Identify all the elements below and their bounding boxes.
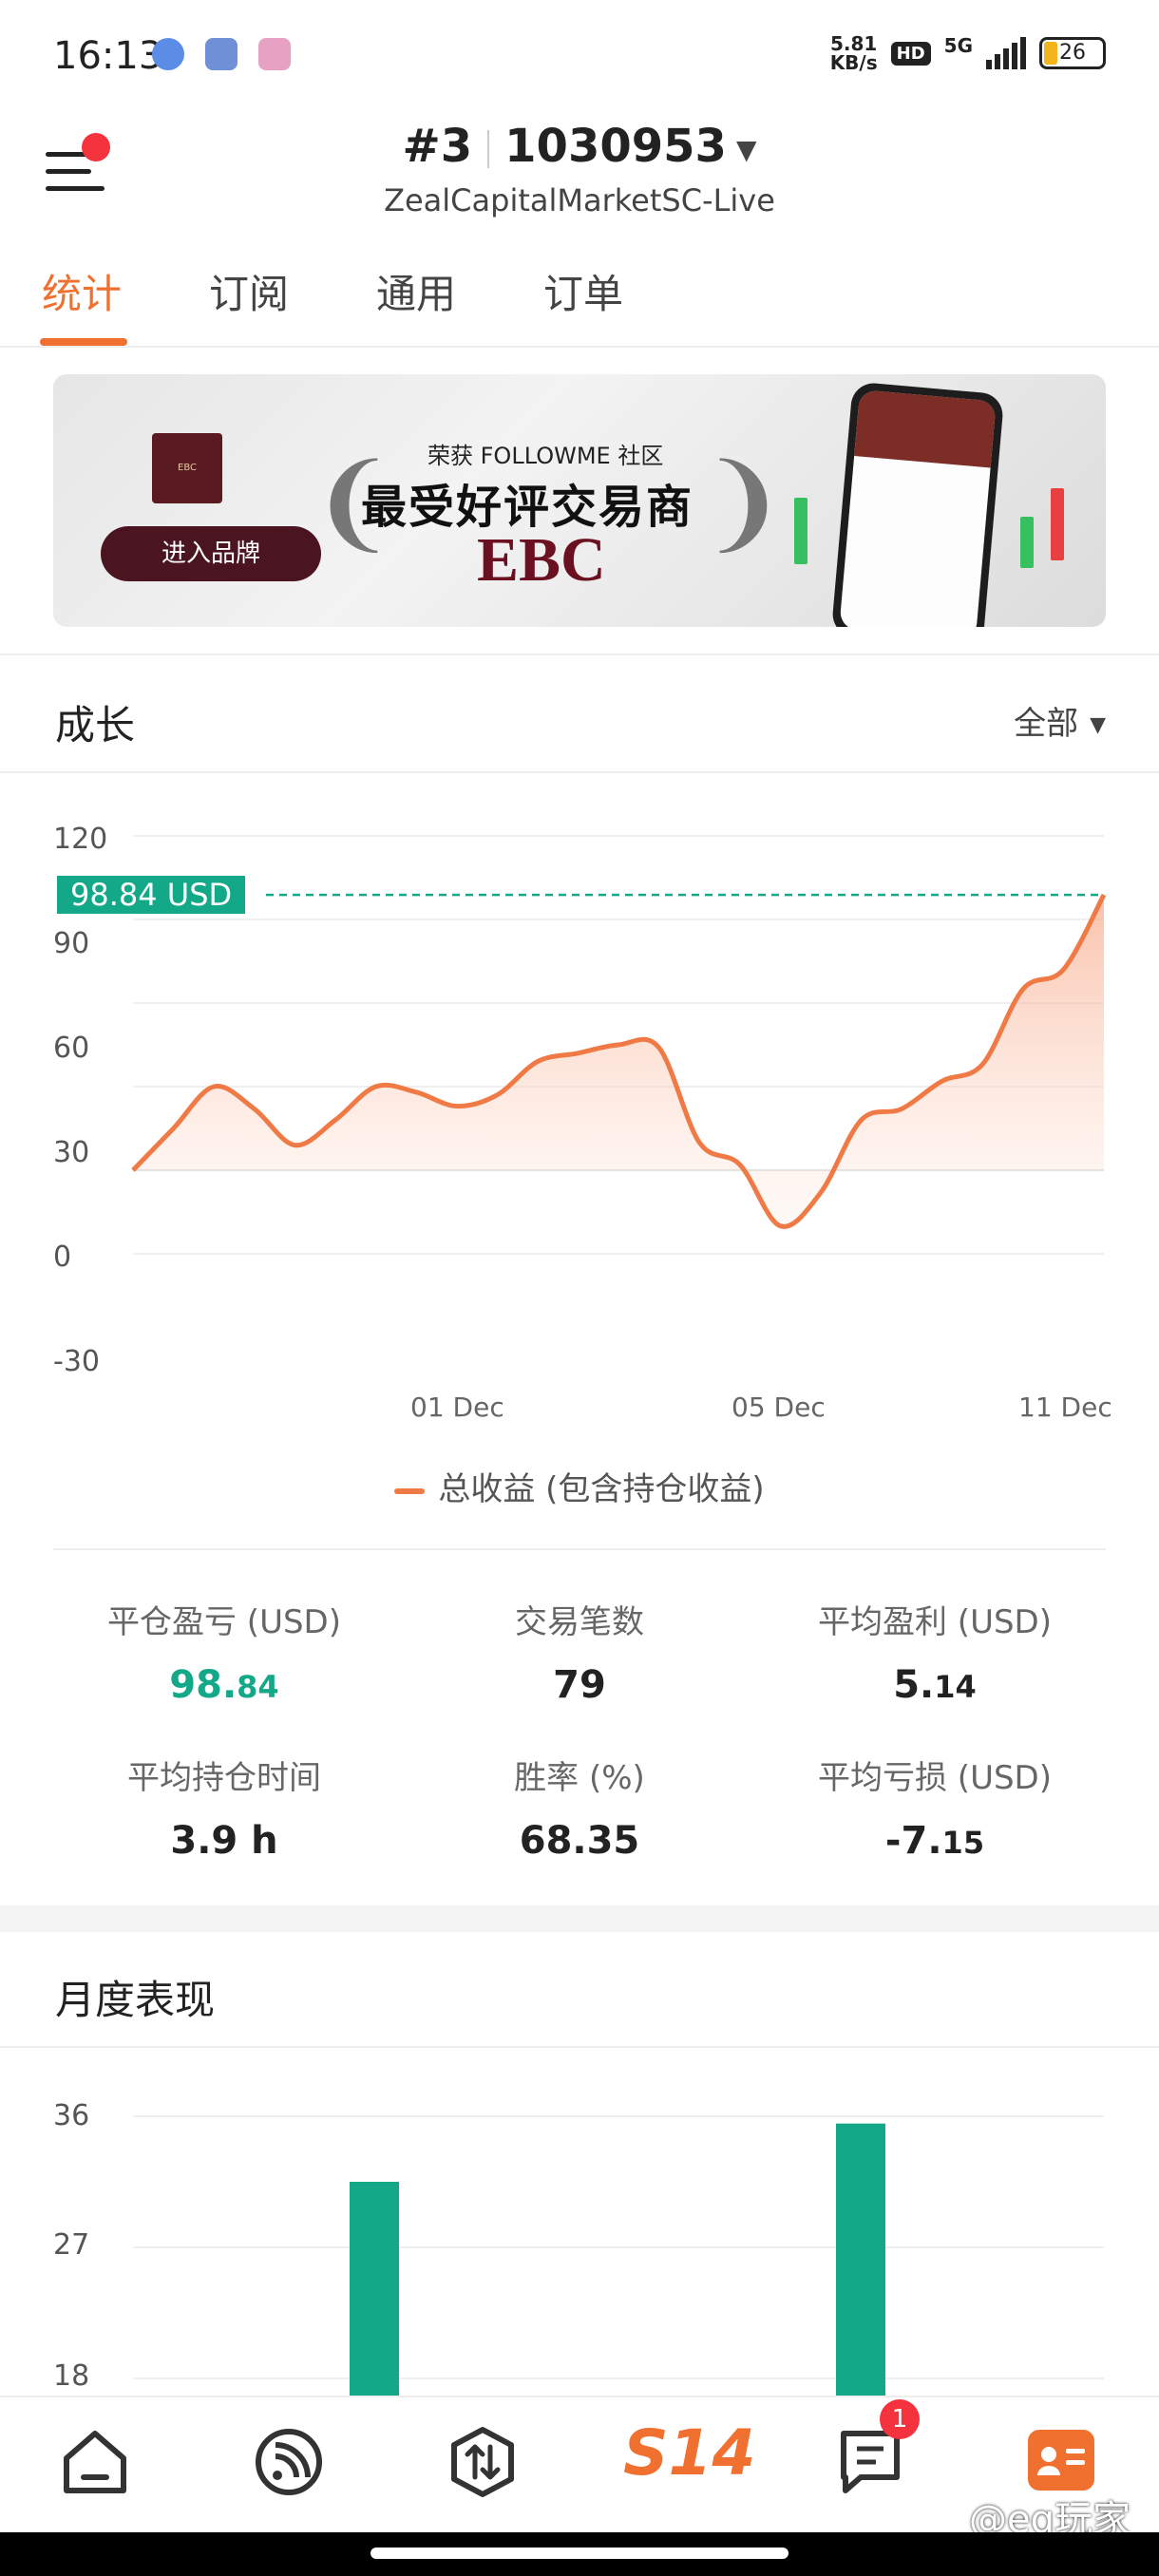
feed-icon[interactable] — [251, 2424, 327, 2500]
growth-range-label: 全部 — [1014, 705, 1079, 743]
tab-subscribe[interactable]: 订阅 — [209, 262, 289, 320]
candle-decoration — [794, 498, 808, 564]
signal-icon — [986, 37, 1026, 69]
stat-value: 68.35 — [519, 1819, 640, 1863]
laurel-right-icon: ❩ — [699, 442, 788, 563]
messages-badge: 1 — [880, 2399, 920, 2439]
tab-active-indicator — [40, 338, 127, 346]
gesture-bar — [0, 2532, 1159, 2576]
hd-icon: HD — [890, 41, 931, 66]
stat-avg-profit: 平均盈利 (USD) 5.14 — [764, 1596, 1106, 1707]
net-speed-unit: KB/s — [829, 51, 878, 74]
account-selector[interactable]: #3 1030953 ▼ — [0, 120, 1159, 173]
account-server: ZealCapitalMarketSC-Live — [384, 182, 775, 218]
monthly-bar[interactable] — [836, 2123, 885, 2396]
monthly-bar[interactable] — [350, 2182, 399, 2396]
home-indicator[interactable] — [370, 2548, 788, 2559]
stat-label: 平均亏损 (USD) — [818, 1759, 1052, 1797]
stat-label: 胜率 (%) — [514, 1759, 645, 1797]
x-tick-label: 01 Dec — [410, 1392, 504, 1423]
tab-statistics[interactable]: 统计 — [42, 262, 122, 320]
stat-label: 交易笔数 — [515, 1603, 644, 1641]
chevron-down-icon: ▼ — [735, 133, 757, 165]
account-id: 1030953 — [504, 120, 727, 173]
hotspot-icon — [205, 38, 238, 70]
stat-win-rate: 胜率 (%) 68.35 — [408, 1752, 750, 1863]
candle-decoration — [1051, 488, 1064, 560]
app-notification-icon — [152, 38, 184, 70]
profile-icon[interactable] — [1028, 2430, 1094, 2491]
monthly-header: 月度表现 — [0, 1932, 1159, 2048]
network-type: 5G — [943, 34, 973, 57]
tab-general[interactable]: 通用 — [376, 262, 456, 320]
tab-orders[interactable]: 订单 — [543, 262, 623, 320]
phone-mockup-image — [830, 381, 1005, 627]
stat-value: 79 — [553, 1663, 606, 1707]
promo-banner[interactable]: EBC 进入品牌 ❨ ❩ 荣获 FOLLOWME 社区 最受好评交易商 EBC — [53, 374, 1106, 627]
chart-legend[interactable]: 总收益 (包含持仓收益) — [0, 1463, 1159, 1509]
net-speed-value: 5.81 — [829, 32, 878, 55]
stat-avg-loss: 平均亏损 (USD) -7.15 — [764, 1752, 1106, 1863]
stat-value: 5.14 — [893, 1663, 977, 1707]
stat-value: -7.15 — [884, 1819, 985, 1863]
enter-brand-button[interactable]: 进入品牌 — [101, 526, 321, 581]
stat-value: 3.9 h — [170, 1819, 278, 1863]
stat-label: 平均盈利 (USD) — [818, 1603, 1052, 1641]
section-divider — [0, 636, 1159, 655]
banner-brand: EBC — [477, 525, 606, 595]
legend-swatch — [394, 1487, 426, 1494]
trade-icon[interactable] — [445, 2424, 521, 2500]
monthly-chart[interactable] — [0, 2050, 1159, 2396]
messages-button[interactable]: 1 — [832, 2399, 920, 2500]
net-speed: 5.81 KB/s — [830, 34, 878, 72]
battery-icon: 26 — [1039, 37, 1106, 69]
stats-grid: 平仓盈亏 (USD) 98.84 交易笔数 79 平均盈利 (USD) 5.14… — [53, 1548, 1106, 1863]
stat-value: 98.84 — [169, 1663, 279, 1707]
growth-header: 成长 全部 ▼ — [0, 657, 1159, 773]
s14-event-button[interactable]: S14 — [623, 2416, 755, 2490]
account-rank: #3 — [402, 120, 473, 173]
stat-avg-hold-time: 平均持仓时间 3.9 h — [53, 1752, 395, 1863]
status-bar: 16:13 5.81 KB/s HD 5G 26 — [0, 0, 1159, 104]
stat-label: 平均持仓时间 — [127, 1759, 321, 1797]
x-tick-label: 11 Dec — [1018, 1392, 1112, 1423]
section-divider — [0, 1905, 1159, 1932]
growth-range-filter[interactable]: 全部 ▼ — [1014, 697, 1106, 744]
home-icon[interactable] — [57, 2424, 133, 2500]
status-time: 16:13 — [53, 34, 163, 78]
stat-label: 平仓盈亏 (USD) — [107, 1603, 341, 1641]
legend-label: 总收益 (包含持仓收益) — [438, 1470, 765, 1508]
stat-trade-count: 交易笔数 79 — [408, 1596, 750, 1707]
app-notification-icon — [258, 38, 291, 70]
current-value-label: 98.84 USD — [57, 876, 246, 915]
monthly-title: 月度表现 — [55, 1977, 216, 2023]
x-tick-label: 05 Dec — [732, 1392, 826, 1423]
growth-area — [133, 895, 1104, 1227]
battery-level: 26 — [1059, 41, 1086, 65]
growth-title: 成长 — [55, 702, 136, 748]
status-notification-icons — [152, 38, 291, 70]
ebc-logo: EBC — [152, 433, 222, 503]
stat-closed-pnl: 平仓盈亏 (USD) 98.84 — [53, 1596, 395, 1707]
candle-decoration — [1020, 517, 1034, 568]
chevron-down-icon: ▼ — [1090, 713, 1106, 737]
tab-bar: 统计 订阅 通用 订单 — [0, 256, 1159, 348]
app-header: #3 1030953 ▼ ZealCapitalMarketSC-Live — [0, 104, 1159, 228]
banner-award-text: 荣获 FOLLOWME 社区 — [428, 443, 664, 469]
status-right: 5.81 KB/s HD 5G 26 — [830, 34, 1106, 72]
